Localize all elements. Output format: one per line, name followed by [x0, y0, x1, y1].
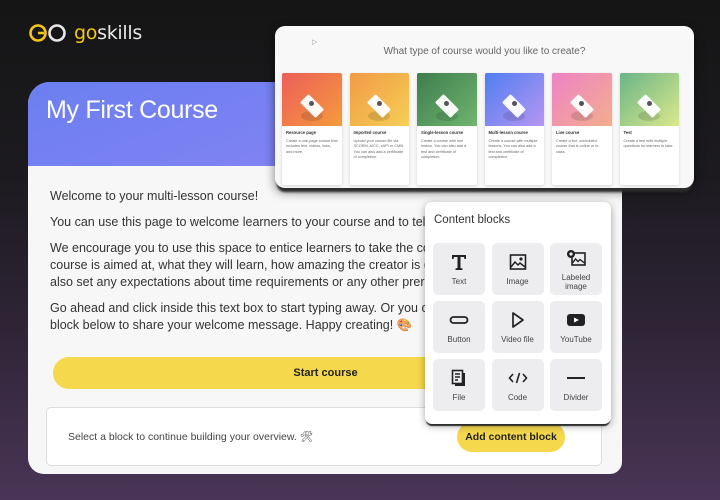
block-prompt-text: Select a block to continue building your…: [68, 431, 314, 443]
logo-go-text: go: [74, 22, 98, 44]
course-type-dialog: ▷ What type of course would you like to …: [275, 26, 694, 188]
course-type-name: Live course: [556, 130, 580, 135]
logo-skills-text: skills: [97, 22, 142, 44]
course-type-illustration: [282, 73, 342, 126]
content-block-video-file[interactable]: Video file: [491, 301, 544, 353]
image-icon: [509, 252, 527, 272]
video-file-icon: [511, 310, 525, 330]
course-type-illustration: [619, 73, 679, 126]
course-type-card-live-course[interactable]: Live course Create a live, scheduled cour…: [552, 73, 612, 185]
content-block-label: Image: [506, 277, 529, 286]
code-icon: [507, 368, 528, 388]
course-type-illustration: [552, 73, 612, 126]
course-type-name: Resource page: [286, 130, 317, 135]
content-block-file[interactable]: File: [433, 359, 485, 411]
illustration-mark: [376, 101, 382, 106]
content-block-label: Divider: [563, 393, 589, 402]
course-type-grid: Resource page Create a one-page course th…: [282, 73, 679, 185]
course-type-card-resource-page[interactable]: Resource page Create a one-page course th…: [282, 73, 342, 185]
file-icon: [451, 368, 467, 388]
divider-icon: [566, 368, 586, 388]
course-type-description: Create a test with multiple questions fo…: [623, 139, 674, 149]
goskills-logo-icon: [29, 24, 66, 42]
course-type-name: Test: [623, 130, 632, 135]
course-type-card-multi-lesson-course[interactable]: Multi-lesson course Create a course with …: [484, 73, 544, 185]
content-block-youtube[interactable]: YouTube: [550, 301, 602, 353]
course-type-card-single-lesson-course[interactable]: Single-lesson course Create a course with…: [417, 73, 477, 185]
course-type-description: Upload your course file via SCORM, AICC,…: [353, 139, 405, 159]
content-block-labeled-image[interactable]: Labeled image: [550, 243, 602, 295]
course-type-name: Single-lesson course: [421, 130, 464, 135]
illustration-mark: [511, 101, 517, 106]
course-type-card-imported-course[interactable]: Imported course Upload your course file v…: [349, 73, 409, 185]
youtube-icon: [566, 310, 586, 330]
content-block-label: Text: [451, 277, 467, 286]
text-icon: [449, 252, 469, 272]
content-blocks-grid: Text Image Labeled image Button Video file Yo…: [433, 243, 602, 411]
labeled-image-icon: [565, 248, 587, 268]
content-block-label: File: [452, 393, 466, 402]
content-block-label: Labeled image: [561, 272, 591, 291]
course-type-illustration: [417, 73, 477, 126]
content-block-text[interactable]: Text: [433, 243, 485, 295]
content-block-divider[interactable]: Divider: [550, 359, 602, 411]
illustration-mark: [646, 101, 652, 106]
content-block-label: YouTube: [560, 335, 592, 344]
button-icon: [449, 310, 469, 330]
course-type-description: Create a course with multiple lessons. Y…: [488, 139, 538, 159]
content-block-button[interactable]: Button: [433, 301, 485, 353]
course-type-description: Create a live, scheduled course that is …: [556, 139, 600, 154]
course-type-description: Create a one-page course that includes t…: [286, 139, 338, 154]
content-block-label: Button: [447, 335, 471, 344]
content-blocks-popover: Content blocks Text Image Labeled image But…: [425, 202, 611, 424]
content-block-label: Video file: [501, 335, 534, 344]
course-type-card-test[interactable]: Test Create a test with multiple question…: [619, 73, 679, 185]
goskills-logo[interactable]: goskills: [28, 22, 142, 44]
course-type-title: What type of course would you like to cr…: [383, 46, 586, 57]
content-block-label: Code: [507, 393, 528, 402]
content-blocks-title: Content blocks: [434, 214, 511, 226]
course-type-illustration: [349, 73, 409, 126]
course-type-name: Imported course: [353, 130, 387, 135]
mouse-cursor-icon: ▷: [312, 39, 318, 46]
course-type-description: Create a course with one lesson. You can…: [421, 139, 467, 159]
add-content-block-button[interactable]: Add content block: [457, 422, 565, 452]
course-type-illustration: [484, 73, 544, 126]
goskills-wordmark: goskills: [74, 22, 142, 44]
content-block-image[interactable]: Image: [491, 243, 544, 295]
course-type-name: Multi-lesson course: [488, 130, 528, 135]
content-block-code[interactable]: Code: [491, 359, 544, 411]
